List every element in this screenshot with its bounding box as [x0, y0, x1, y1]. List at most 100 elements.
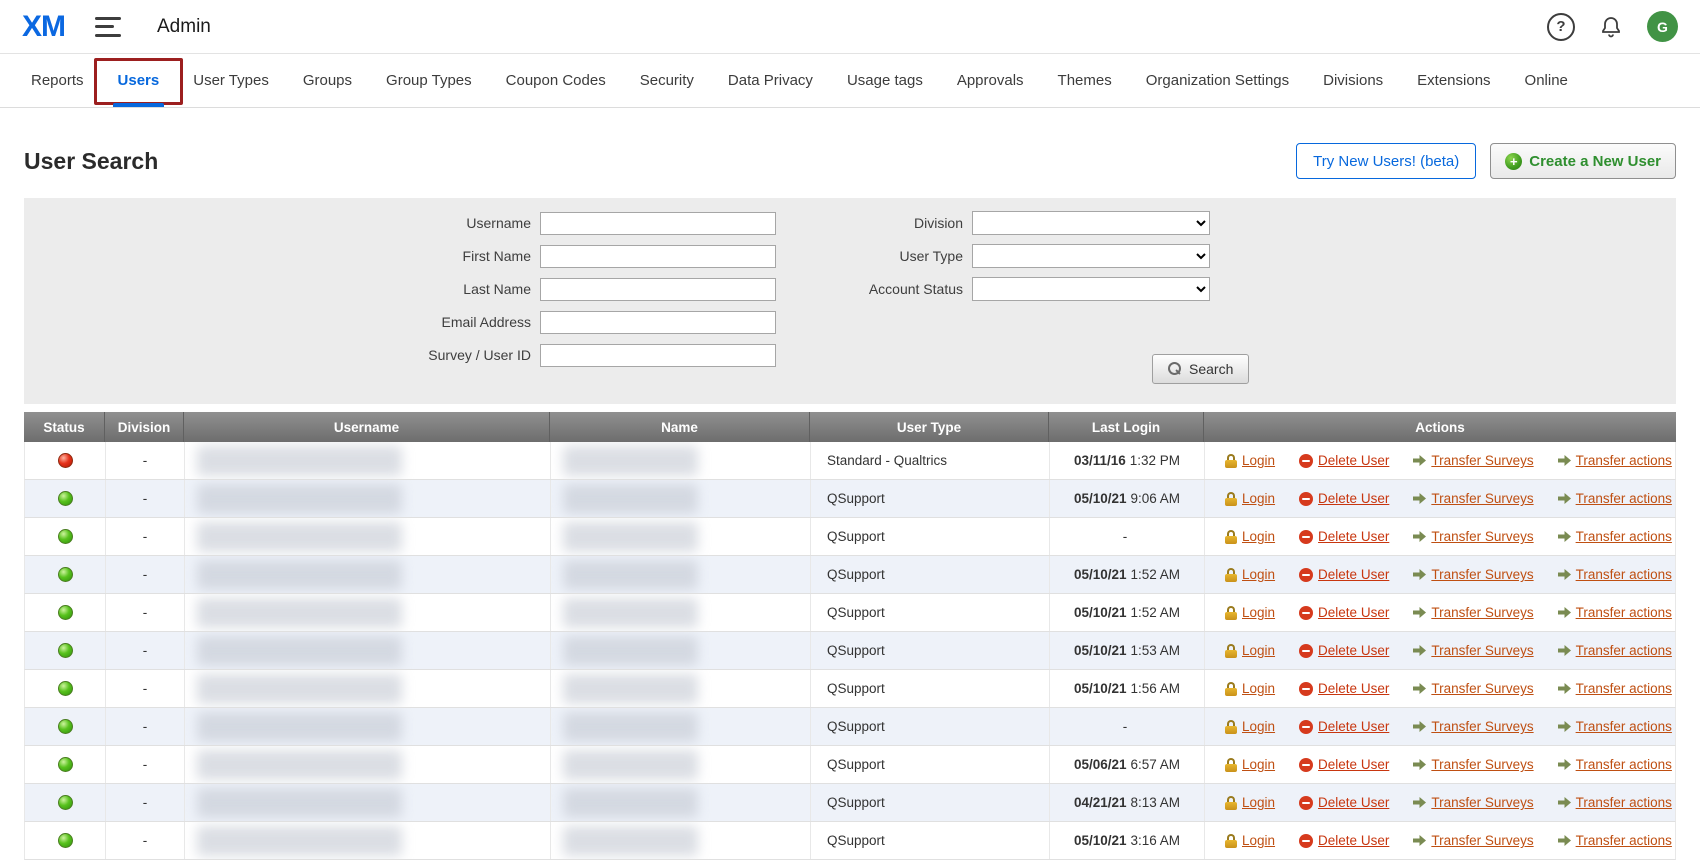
last-login-date: 05/10/21: [1074, 681, 1127, 696]
transfer-actions-link[interactable]: Transfer actions: [1558, 719, 1672, 734]
tab-themes[interactable]: Themes: [1041, 54, 1129, 107]
last-login-time: 1:52 AM: [1131, 605, 1181, 620]
search-button[interactable]: Search: [1152, 354, 1249, 384]
login-link-label: Login: [1242, 757, 1275, 772]
transfer-actions-link[interactable]: Transfer actions: [1558, 681, 1672, 696]
tab-group-types[interactable]: Group Types: [369, 54, 489, 107]
tab-label: Extensions: [1417, 72, 1490, 89]
transfer-surveys-link[interactable]: Transfer Surveys: [1413, 453, 1533, 468]
status-led-icon: [58, 491, 73, 506]
lock-icon: [1225, 758, 1237, 772]
delete-user-link[interactable]: Delete User: [1299, 605, 1389, 620]
tab-users[interactable]: Users: [101, 54, 177, 107]
redacted-username: [197, 788, 402, 818]
transfer-actions-link[interactable]: Transfer actions: [1558, 757, 1672, 772]
division-select[interactable]: [972, 211, 1210, 235]
transfer-surveys-link[interactable]: Transfer Surveys: [1413, 491, 1533, 506]
tab-online[interactable]: Online: [1508, 54, 1585, 107]
delete-user-link[interactable]: Delete User: [1299, 491, 1389, 506]
login-link[interactable]: Login: [1225, 719, 1275, 734]
login-link[interactable]: Login: [1225, 833, 1275, 848]
transfer-surveys-link[interactable]: Transfer Surveys: [1413, 567, 1533, 582]
status-cell: [25, 670, 106, 707]
delete-user-link[interactable]: Delete User: [1299, 757, 1389, 772]
delete-user-link[interactable]: Delete User: [1299, 833, 1389, 848]
account-status-select[interactable]: [972, 277, 1210, 301]
delete-user-link[interactable]: Delete User: [1299, 453, 1389, 468]
tab-organization-settings[interactable]: Organization Settings: [1129, 54, 1306, 107]
tab-groups[interactable]: Groups: [286, 54, 369, 107]
login-link-label: Login: [1242, 529, 1275, 544]
delete-user-link[interactable]: Delete User: [1299, 643, 1389, 658]
redacted-name: [563, 788, 698, 818]
transfer-actions-link[interactable]: Transfer actions: [1558, 529, 1672, 544]
tab-extensions[interactable]: Extensions: [1400, 54, 1507, 107]
login-link[interactable]: Login: [1225, 491, 1275, 506]
login-link-label: Login: [1242, 833, 1275, 848]
transfer-actions-link[interactable]: Transfer actions: [1558, 453, 1672, 468]
delete-user-link[interactable]: Delete User: [1299, 795, 1389, 810]
lock-icon: [1225, 530, 1237, 544]
transfer-surveys-link[interactable]: Transfer Surveys: [1413, 795, 1533, 810]
tab-divisions[interactable]: Divisions: [1306, 54, 1400, 107]
login-link[interactable]: Login: [1225, 643, 1275, 658]
tab-data-privacy[interactable]: Data Privacy: [711, 54, 830, 107]
status-cell: [25, 784, 106, 821]
transfer-surveys-link[interactable]: Transfer Surveys: [1413, 529, 1533, 544]
tab-approvals[interactable]: Approvals: [940, 54, 1041, 107]
delete-user-link[interactable]: Delete User: [1299, 529, 1389, 544]
login-link[interactable]: Login: [1225, 605, 1275, 620]
transfer-actions-link[interactable]: Transfer actions: [1558, 605, 1672, 620]
division-cell: -: [106, 746, 185, 783]
app-title: Admin: [157, 16, 211, 38]
last-login-date: 05/10/21: [1074, 605, 1127, 620]
transfer-surveys-link[interactable]: Transfer Surveys: [1413, 643, 1533, 658]
transfer-surveys-link[interactable]: Transfer Surveys: [1413, 757, 1533, 772]
tab-reports[interactable]: Reports: [14, 54, 101, 107]
lock-icon: [1225, 720, 1237, 734]
login-link[interactable]: Login: [1225, 529, 1275, 544]
user-avatar[interactable]: G: [1647, 11, 1678, 42]
user-type-cell: QSupport: [811, 518, 1050, 555]
transfer-surveys-link[interactable]: Transfer Surveys: [1413, 833, 1533, 848]
hamburger-menu-icon[interactable]: [95, 17, 121, 37]
login-link[interactable]: Login: [1225, 681, 1275, 696]
tab-label: Reports: [31, 72, 84, 89]
notifications-bell-icon[interactable]: [1599, 15, 1623, 39]
transfer-actions-link[interactable]: Transfer actions: [1558, 491, 1672, 506]
transfer-surveys-link-label: Transfer Surveys: [1431, 453, 1533, 468]
login-link[interactable]: Login: [1225, 567, 1275, 582]
delete-user-link[interactable]: Delete User: [1299, 719, 1389, 734]
transfer-arrow-icon: [1558, 759, 1571, 770]
transfer-actions-link[interactable]: Transfer actions: [1558, 643, 1672, 658]
tab-label: Organization Settings: [1146, 72, 1289, 89]
last-login-time: 8:13 AM: [1131, 795, 1181, 810]
user-type-select[interactable]: [972, 244, 1210, 268]
tab-security[interactable]: Security: [623, 54, 711, 107]
name-cell: [551, 670, 811, 707]
delete-user-link[interactable]: Delete User: [1299, 681, 1389, 696]
name-cell: [551, 518, 811, 555]
transfer-surveys-link[interactable]: Transfer Surveys: [1413, 605, 1533, 620]
tab-user-types[interactable]: User Types: [176, 54, 286, 107]
login-link[interactable]: Login: [1225, 757, 1275, 772]
transfer-actions-link[interactable]: Transfer actions: [1558, 567, 1672, 582]
email-address-input[interactable]: [540, 311, 776, 334]
help-icon[interactable]: ?: [1547, 13, 1575, 41]
username-cell: [185, 822, 551, 859]
survey-user-id-input[interactable]: [540, 344, 776, 367]
try-new-users-button[interactable]: Try New Users! (beta): [1296, 143, 1476, 179]
transfer-actions-link[interactable]: Transfer actions: [1558, 833, 1672, 848]
status-cell: [25, 594, 106, 631]
tab-coupon-codes[interactable]: Coupon Codes: [489, 54, 623, 107]
transfer-surveys-link[interactable]: Transfer Surveys: [1413, 719, 1533, 734]
login-link[interactable]: Login: [1225, 795, 1275, 810]
transfer-surveys-link[interactable]: Transfer Surveys: [1413, 681, 1533, 696]
transfer-arrow-icon: [1413, 721, 1426, 732]
delete-user-link[interactable]: Delete User: [1299, 567, 1389, 582]
login-link[interactable]: Login: [1225, 453, 1275, 468]
tab-label: Groups: [303, 72, 352, 89]
transfer-actions-link[interactable]: Transfer actions: [1558, 795, 1672, 810]
create-new-user-button[interactable]: + Create a New User: [1490, 143, 1676, 179]
tab-usage-tags[interactable]: Usage tags: [830, 54, 940, 107]
